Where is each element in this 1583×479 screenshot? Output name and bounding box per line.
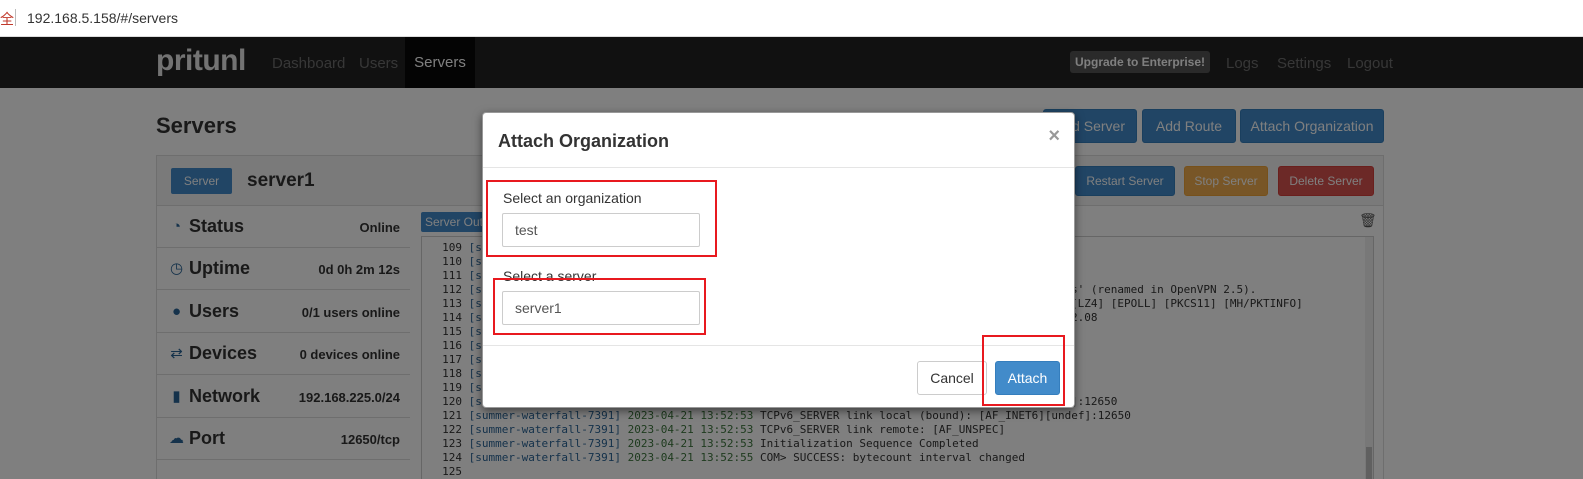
highlight-attach bbox=[982, 335, 1065, 406]
close-icon[interactable]: × bbox=[1048, 126, 1060, 146]
security-indicator-icon[interactable]: 全 bbox=[0, 9, 14, 29]
browser-address-bar: 全 192.168.5.158/#/servers bbox=[0, 0, 1583, 37]
cancel-button[interactable]: Cancel bbox=[917, 361, 987, 395]
highlight-server bbox=[493, 278, 706, 335]
url-text[interactable]: 192.168.5.158/#/servers bbox=[27, 10, 178, 26]
modal-header: Attach Organization × bbox=[483, 113, 1074, 168]
highlight-organization bbox=[486, 180, 717, 257]
modal-title: Attach Organization bbox=[498, 131, 670, 151]
divider bbox=[15, 9, 16, 26]
